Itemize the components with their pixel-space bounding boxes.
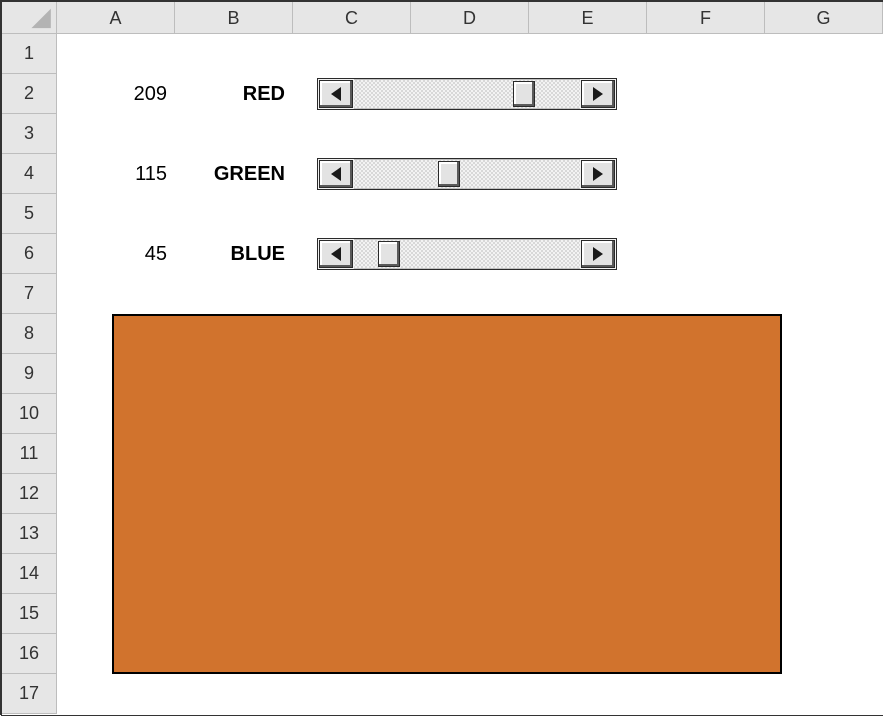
arrow-left-icon: [331, 247, 341, 261]
select-all-corner[interactable]: [2, 2, 57, 34]
column-headers: ABCDEFG: [57, 2, 883, 34]
blue-scroll-track[interactable]: [354, 239, 580, 269]
blue-scrollbar[interactable]: [317, 238, 617, 270]
row-header-11[interactable]: 11: [2, 434, 57, 474]
cell-B4-green-label[interactable]: GREEN: [175, 154, 293, 194]
column-header-B[interactable]: B: [175, 2, 293, 34]
cell-A2-red-value[interactable]: 209: [57, 74, 175, 114]
row-header-4[interactable]: 4: [2, 154, 57, 194]
arrow-right-icon: [593, 87, 603, 101]
row-header-3[interactable]: 3: [2, 114, 57, 154]
cell-A6-blue-value[interactable]: 45: [57, 234, 175, 274]
blue-scroll-right-button[interactable]: [581, 240, 615, 268]
green-scrollbar[interactable]: [317, 158, 617, 190]
column-header-D[interactable]: D: [411, 2, 529, 34]
row-header-13[interactable]: 13: [2, 514, 57, 554]
column-header-E[interactable]: E: [529, 2, 647, 34]
red-scroll-right-button[interactable]: [581, 80, 615, 108]
green-scroll-thumb[interactable]: [438, 161, 460, 187]
row-header-7[interactable]: 7: [2, 274, 57, 314]
row-header-8[interactable]: 8: [2, 314, 57, 354]
cell-area[interactable]: 209 115 45 RED GREEN BLUE: [57, 34, 883, 715]
cell-B6-blue-label[interactable]: BLUE: [175, 234, 293, 274]
column-header-A[interactable]: A: [57, 2, 175, 34]
green-scroll-track[interactable]: [354, 159, 580, 189]
red-scroll-thumb[interactable]: [513, 81, 535, 107]
cell-A4-green-value[interactable]: 115: [57, 154, 175, 194]
row-header-5[interactable]: 5: [2, 194, 57, 234]
spreadsheet-frame: ABCDEFG 1234567891011121314151617 209 11…: [2, 2, 883, 715]
red-scroll-track[interactable]: [354, 79, 580, 109]
row-header-15[interactable]: 15: [2, 594, 57, 634]
red-scroll-left-button[interactable]: [319, 80, 353, 108]
arrow-left-icon: [331, 87, 341, 101]
row-header-6[interactable]: 6: [2, 234, 57, 274]
column-header-F[interactable]: F: [647, 2, 765, 34]
arrow-right-icon: [593, 247, 603, 261]
column-header-G[interactable]: G: [765, 2, 883, 34]
green-scroll-right-button[interactable]: [581, 160, 615, 188]
blue-scroll-thumb[interactable]: [378, 241, 400, 267]
green-scroll-left-button[interactable]: [319, 160, 353, 188]
row-header-1[interactable]: 1: [2, 34, 57, 74]
column-header-C[interactable]: C: [293, 2, 411, 34]
row-header-16[interactable]: 16: [2, 634, 57, 674]
row-headers: 1234567891011121314151617: [2, 34, 57, 714]
red-scrollbar[interactable]: [317, 78, 617, 110]
blue-scroll-left-button[interactable]: [319, 240, 353, 268]
arrow-left-icon: [331, 167, 341, 181]
row-header-10[interactable]: 10: [2, 394, 57, 434]
row-header-12[interactable]: 12: [2, 474, 57, 514]
row-header-2[interactable]: 2: [2, 74, 57, 114]
cell-B2-red-label[interactable]: RED: [175, 74, 293, 114]
row-header-14[interactable]: 14: [2, 554, 57, 594]
color-preview-rectangle: [112, 314, 782, 674]
row-header-17[interactable]: 17: [2, 674, 57, 714]
row-header-9[interactable]: 9: [2, 354, 57, 394]
arrow-right-icon: [593, 167, 603, 181]
